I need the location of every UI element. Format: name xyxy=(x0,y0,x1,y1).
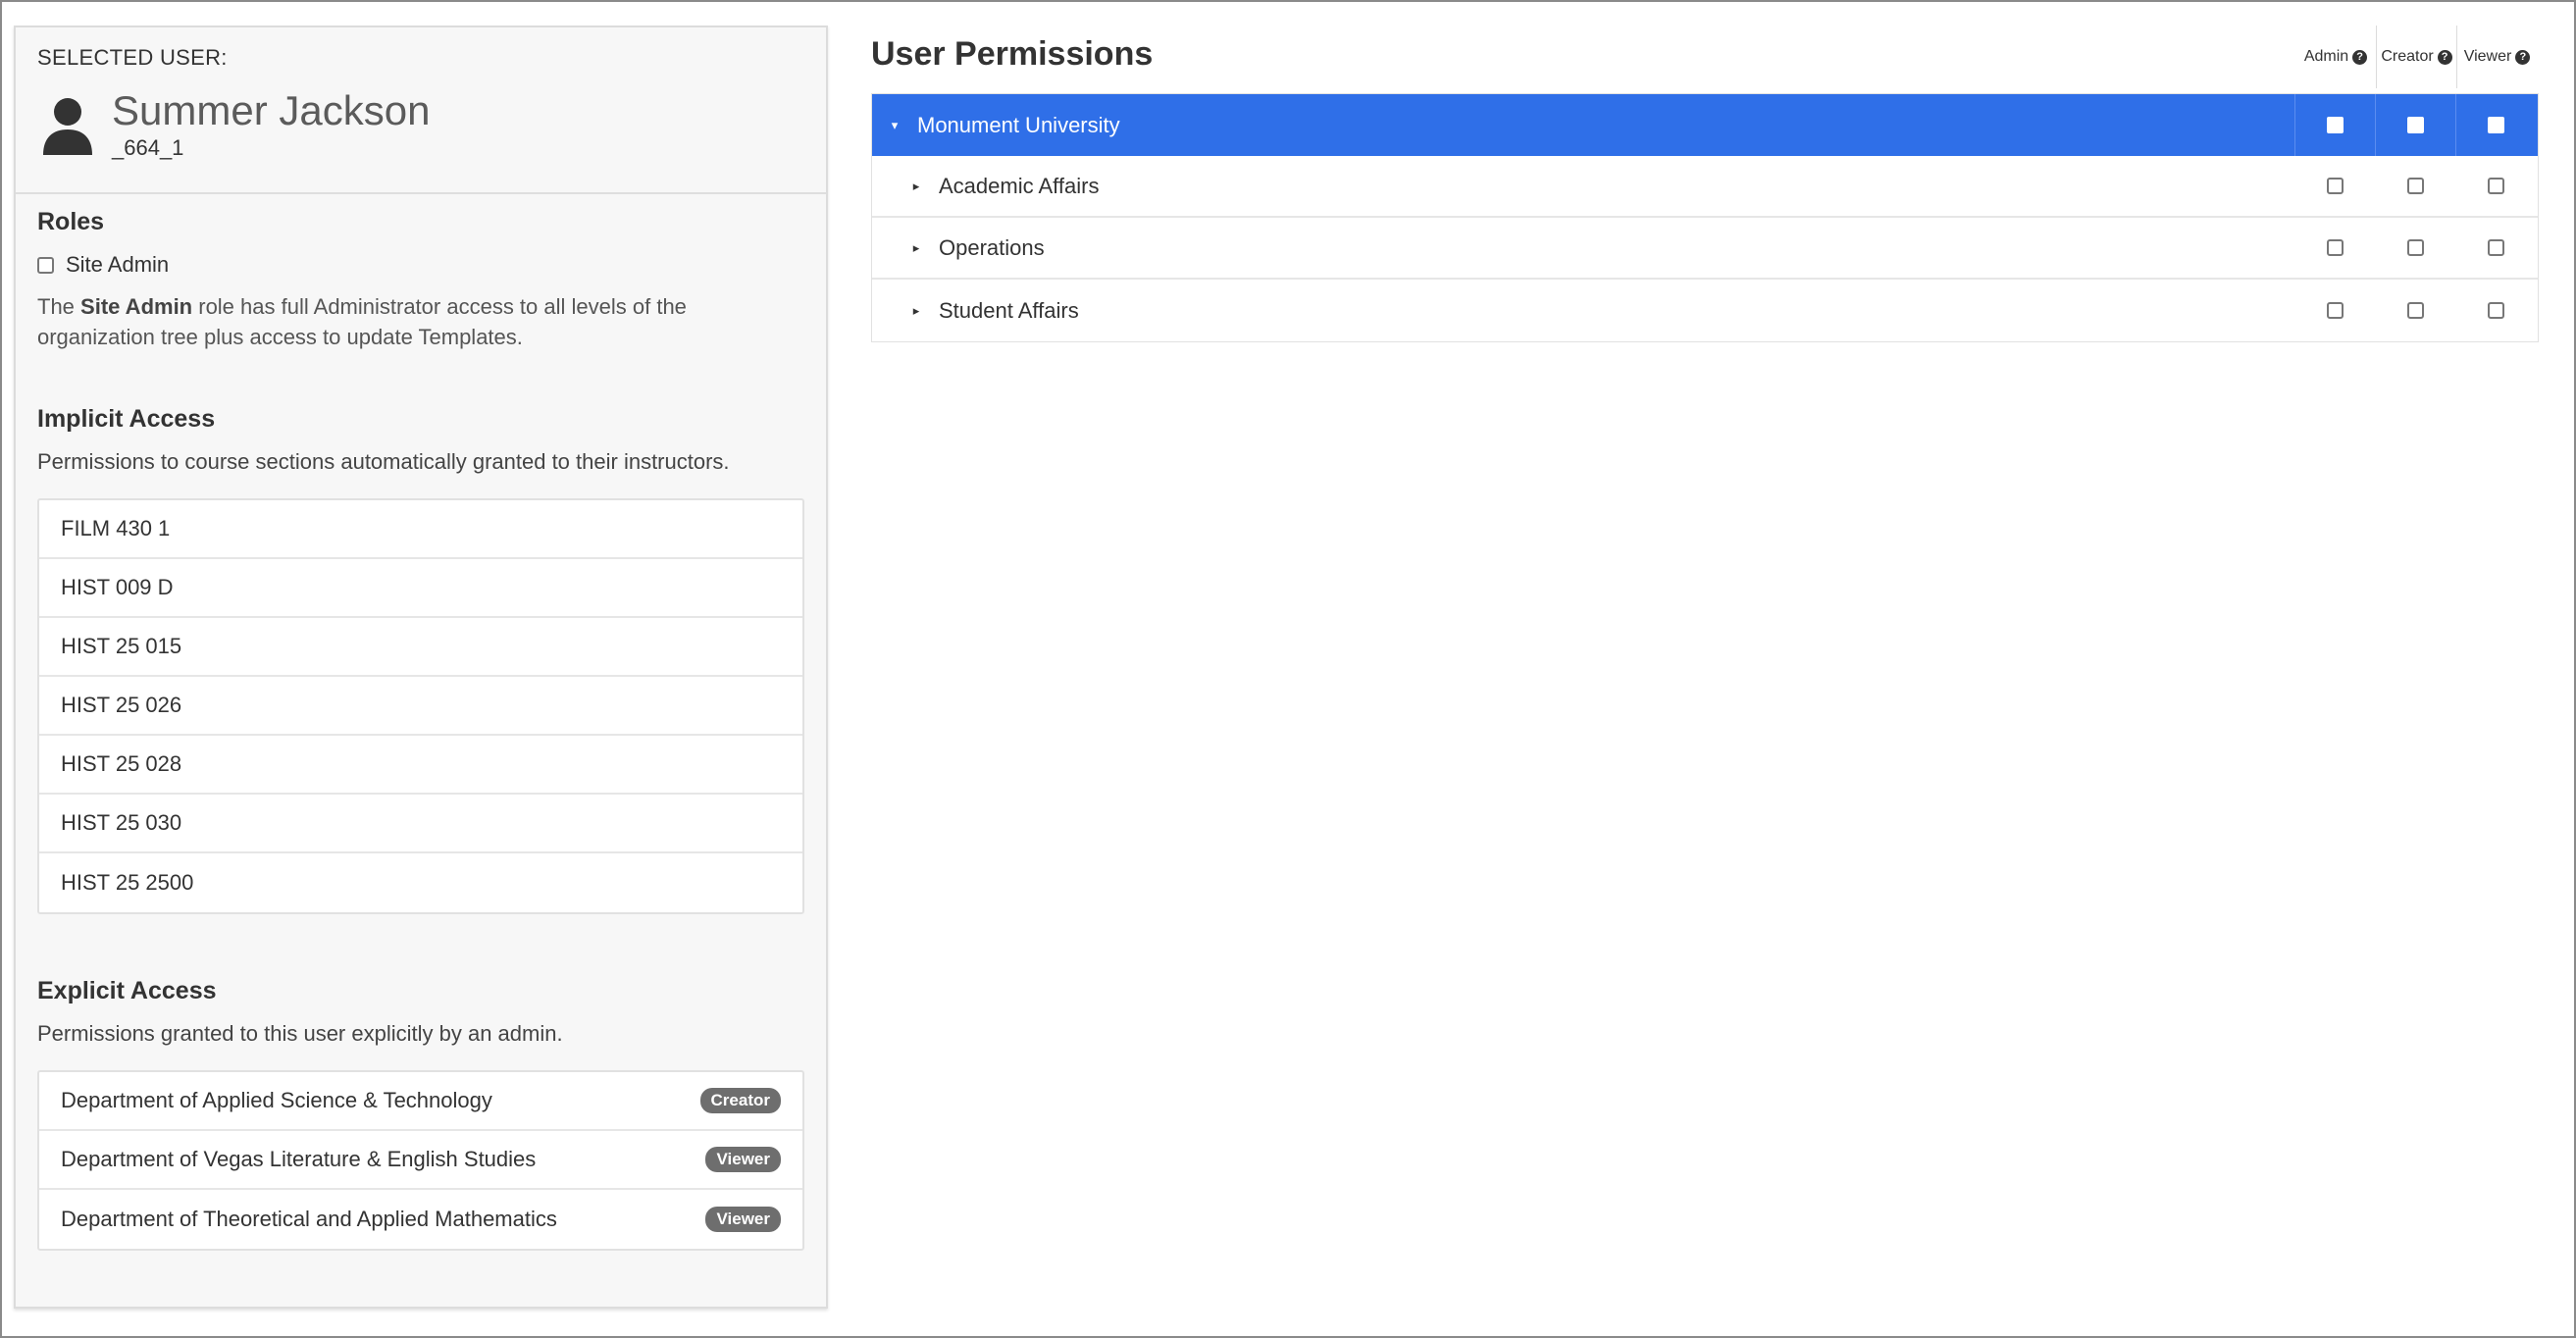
role-badge: Viewer xyxy=(705,1147,781,1172)
roles-heading: Roles xyxy=(37,208,105,235)
list-item: HIST 009 D xyxy=(39,559,802,618)
permission-checkboxes xyxy=(2294,218,2538,278)
course-section-label: HIST 25 2500 xyxy=(61,870,194,895)
viewer-cell xyxy=(2455,218,2536,278)
explicit-access-section: Explicit Access Permissions granted to t… xyxy=(16,977,826,1251)
roles-section: Roles Site Admin The Site Admin role has… xyxy=(16,194,826,352)
site-admin-description: The Site Admin role has full Administrat… xyxy=(37,291,804,352)
question-circle-icon[interactable]: ? xyxy=(2515,49,2531,65)
column-label: Viewer xyxy=(2463,48,2512,65)
creator-checkbox[interactable] xyxy=(2406,239,2424,256)
course-section-label: FILM 430 1 xyxy=(61,516,171,540)
question-circle-icon[interactable]: ? xyxy=(2352,49,2368,65)
permission-checkboxes xyxy=(2294,94,2538,156)
admin-checkbox[interactable] xyxy=(2326,302,2344,319)
implicit-access-heading: Implicit Access xyxy=(37,405,216,433)
implicit-access-description: Permissions to course sections automatic… xyxy=(37,449,730,474)
viewer-checkbox[interactable] xyxy=(2488,117,2504,133)
admin-cell xyxy=(2294,94,2375,156)
list-item: FILM 430 1 xyxy=(39,500,802,559)
tree-row-operations[interactable]: ▸ Operations xyxy=(872,218,2538,280)
tree-node-label[interactable]: Operations xyxy=(939,235,1045,261)
viewer-checkbox[interactable] xyxy=(2487,302,2504,319)
viewer-column-header: Viewer ? xyxy=(2456,26,2537,88)
admin-cell xyxy=(2294,218,2375,278)
course-section-label: HIST 009 D xyxy=(61,575,174,599)
creator-checkbox[interactable] xyxy=(2406,302,2424,319)
tree-node-label[interactable]: Student Affairs xyxy=(939,298,1079,324)
list-item: Department of Theoretical and Applied Ma… xyxy=(39,1190,802,1249)
caret-right-icon[interactable]: ▸ xyxy=(903,303,929,319)
viewer-checkbox[interactable] xyxy=(2487,178,2504,194)
list-item: HIST 25 026 xyxy=(39,677,802,736)
admin-checkbox[interactable] xyxy=(2326,178,2344,194)
creator-cell xyxy=(2375,156,2455,216)
admin-checkbox[interactable] xyxy=(2327,117,2344,133)
list-item: HIST 25 2500 xyxy=(39,853,802,912)
user-details-panel: SELECTED USER: Summer Jackson _664_1 Rol… xyxy=(14,26,828,1309)
role-desc-prefix: The xyxy=(37,294,81,319)
viewer-cell xyxy=(2455,156,2536,216)
viewer-cell xyxy=(2455,94,2536,156)
explicit-access-list: Department of Applied Science & Technolo… xyxy=(37,1070,804,1251)
admin-cell xyxy=(2294,280,2375,341)
viewer-checkbox[interactable] xyxy=(2487,239,2504,256)
role-badge: Viewer xyxy=(705,1207,781,1232)
user-silhouette-icon xyxy=(43,98,92,155)
viewer-cell xyxy=(2455,280,2536,341)
selected-user-header: SELECTED USER: Summer Jackson _664_1 xyxy=(16,27,826,194)
explicit-access-description: Permissions granted to this user explici… xyxy=(37,1021,563,1046)
site-admin-label: Site Admin xyxy=(66,252,170,277)
caret-down-icon[interactable]: ▾ xyxy=(882,118,907,133)
user-name: Summer Jackson xyxy=(112,87,431,133)
user-id: _664_1 xyxy=(112,135,184,160)
admin-checkbox[interactable] xyxy=(2326,239,2344,256)
creator-checkbox[interactable] xyxy=(2406,178,2424,194)
implicit-access-section: Implicit Access Permissions to course se… xyxy=(16,405,826,914)
caret-right-icon[interactable]: ▸ xyxy=(903,240,929,256)
caret-right-icon[interactable]: ▸ xyxy=(903,179,929,194)
selected-user-label: SELECTED USER: xyxy=(37,45,228,70)
admin-column-header: Admin ? xyxy=(2295,26,2376,88)
list-item: Department of Vegas Literature & English… xyxy=(39,1131,802,1190)
admin-cell xyxy=(2294,156,2375,216)
permission-checkboxes xyxy=(2294,156,2538,216)
creator-cell xyxy=(2375,280,2455,341)
list-item: HIST 25 015 xyxy=(39,618,802,677)
site-admin-row[interactable]: Site Admin xyxy=(37,252,804,278)
role-desc-bold: Site Admin xyxy=(80,294,193,319)
tree-row-student-affairs[interactable]: ▸ Student Affairs xyxy=(872,280,2538,341)
course-section-label: HIST 25 015 xyxy=(61,634,182,658)
column-label: Creator xyxy=(2381,48,2434,65)
permission-checkboxes xyxy=(2294,280,2538,341)
creator-cell xyxy=(2375,218,2455,278)
explicit-access-heading: Explicit Access xyxy=(37,977,217,1004)
column-label: Admin xyxy=(2303,48,2349,65)
list-item: Department of Applied Science & Technolo… xyxy=(39,1072,802,1131)
list-item: HIST 25 030 xyxy=(39,795,802,853)
implicit-access-list: FILM 430 1 HIST 009 D HIST 25 015 HIST 2… xyxy=(37,498,804,914)
tree-node-label[interactable]: Academic Affairs xyxy=(939,174,1099,199)
organization-tree: ▾ Monument University ▸ Academic Affairs… xyxy=(871,93,2539,342)
question-circle-icon[interactable]: ? xyxy=(2437,49,2452,65)
course-section-label: HIST 25 026 xyxy=(61,693,182,717)
role-badge: Creator xyxy=(699,1088,781,1113)
creator-column-header: Creator ? xyxy=(2376,26,2456,88)
tree-row-academic-affairs[interactable]: ▸ Academic Affairs xyxy=(872,156,2538,218)
permission-column-headers: Admin ? Creator ? Viewer ? xyxy=(2295,26,2539,88)
site-admin-checkbox[interactable] xyxy=(37,256,54,274)
course-section-label: HIST 25 028 xyxy=(61,751,182,776)
creator-checkbox[interactable] xyxy=(2407,117,2424,133)
user-identity: Summer Jackson _664_1 xyxy=(37,88,804,161)
department-name: Department of Vegas Literature & English… xyxy=(61,1147,537,1171)
course-section-label: HIST 25 030 xyxy=(61,810,182,835)
list-item: HIST 25 028 xyxy=(39,736,802,795)
department-name: Department of Theoretical and Applied Ma… xyxy=(61,1207,557,1231)
creator-cell xyxy=(2375,94,2455,156)
department-name: Department of Applied Science & Technolo… xyxy=(61,1088,492,1112)
page-title: User Permissions xyxy=(871,35,1154,73)
tree-row-monument-university[interactable]: ▾ Monument University xyxy=(872,94,2538,156)
tree-node-label[interactable]: Monument University xyxy=(917,113,1120,138)
